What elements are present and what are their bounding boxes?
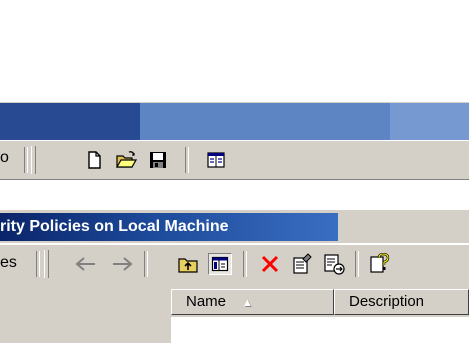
back-arrow-icon — [75, 257, 95, 271]
new-icon — [88, 151, 101, 169]
app-title-bar[interactable] — [0, 102, 469, 140]
up-one-level-button[interactable] — [176, 253, 200, 275]
export-list-button[interactable] — [322, 253, 346, 275]
title-bar-segment — [140, 103, 390, 140]
properties-button[interactable] — [290, 253, 314, 275]
forward-button[interactable] — [110, 253, 134, 275]
export-list-icon — [324, 254, 345, 275]
toolbar-separator — [185, 147, 189, 173]
toolbar-grip[interactable] — [44, 250, 49, 278]
column-header-label: Name — [186, 293, 227, 310]
properties-icon — [293, 253, 312, 274]
open-button[interactable] — [114, 149, 138, 171]
column-header-label: Description — [349, 293, 425, 310]
child-window-title-bar[interactable]: rity Policies on Local Machine — [0, 210, 469, 243]
snapin-toolbar: es — [0, 244, 469, 288]
details-view-icon — [207, 152, 225, 168]
title-bar-segment — [390, 103, 469, 140]
console-toolbar: o — [0, 140, 469, 180]
list-body[interactable] — [171, 317, 469, 343]
column-header-description[interactable]: Description — [334, 289, 469, 315]
up-one-level-icon — [178, 258, 198, 273]
child-window-title: rity Policies on Local Machine — [0, 218, 229, 235]
list-view-area: Name ▲ Description — [0, 287, 469, 343]
toolbar-separator — [36, 251, 40, 277]
column-header-name[interactable]: Name ▲ — [171, 289, 334, 315]
sort-ascending-icon: ▲ — [242, 297, 253, 309]
back-button[interactable] — [74, 253, 98, 275]
toolbar-separator — [355, 251, 359, 277]
show-hide-console-tree-button[interactable] — [208, 253, 232, 275]
forward-arrow-icon — [113, 257, 133, 271]
help-icon — [370, 253, 390, 273]
delete-button[interactable] — [258, 253, 282, 275]
tree-pane-header — [0, 289, 171, 315]
delete-icon — [261, 255, 279, 273]
details-view-button[interactable] — [204, 149, 228, 171]
show-hide-tree-icon — [211, 256, 229, 272]
toolbar-partial-label[interactable]: o — [0, 149, 9, 167]
title-bar-segment — [0, 103, 140, 140]
toolbar-separator — [24, 147, 28, 173]
save-icon — [150, 152, 166, 168]
toolbar-separator — [243, 251, 247, 277]
mmc-window-crop: o rity Policies on Local Machine es Name… — [0, 0, 469, 343]
open-folder-icon — [115, 151, 137, 168]
toolbar-grip[interactable] — [31, 146, 36, 174]
help-button[interactable] — [368, 253, 392, 275]
toolbar-partial-label[interactable]: es — [0, 254, 17, 272]
new-button[interactable] — [82, 149, 106, 171]
save-button[interactable] — [146, 149, 170, 171]
toolbar-separator — [144, 251, 148, 277]
